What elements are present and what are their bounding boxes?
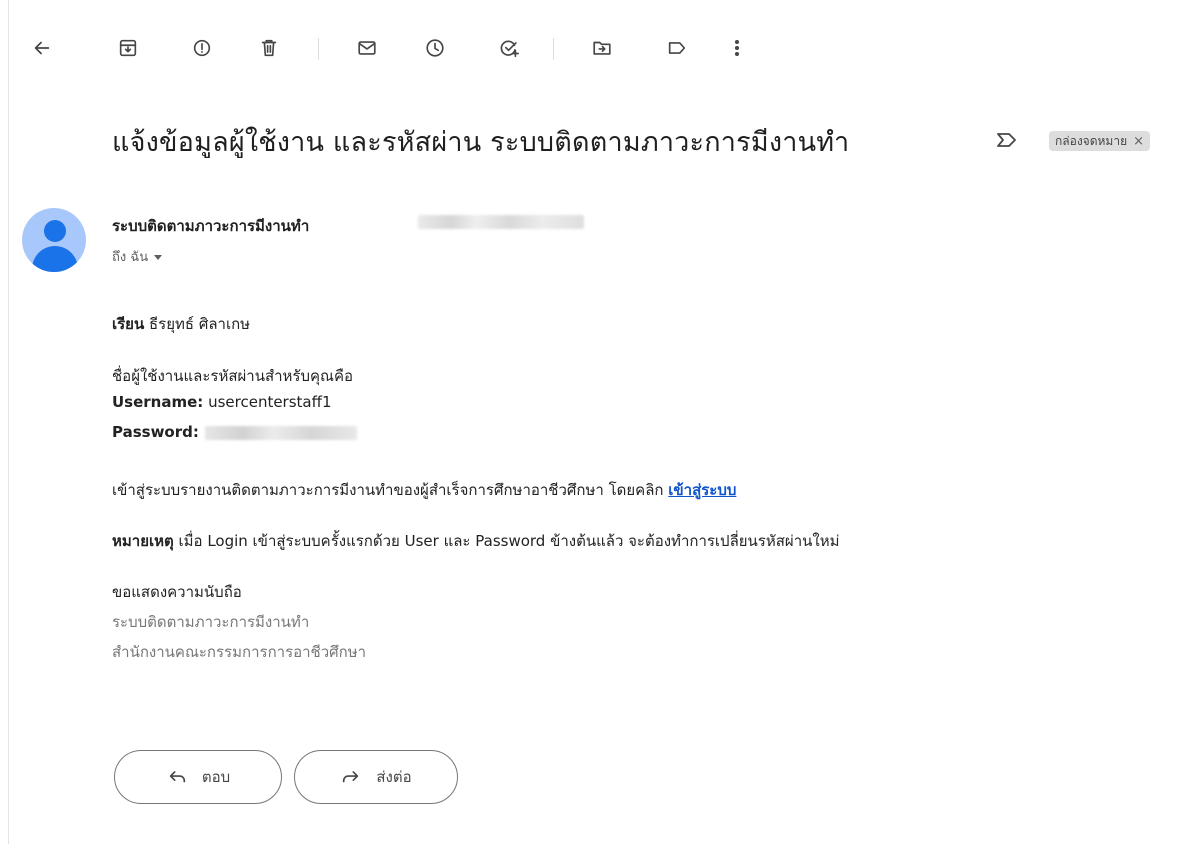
password-line: Password:	[112, 423, 357, 441]
delete-button[interactable]	[253, 32, 285, 64]
avatar-body	[32, 246, 78, 272]
email-subject: แจ้งข้อมูลผู้ใช้งาน และรหัสผ่าน ระบบติดต…	[112, 127, 850, 158]
login-link[interactable]: เข้าสู่ระบบ	[668, 481, 736, 499]
signature-line-2: สำนักงานคณะกรรมการการอาชีวศึกษา	[112, 643, 367, 661]
label-button[interactable]	[661, 32, 693, 64]
password-label: Password:	[112, 423, 199, 441]
toolbar-separator	[553, 38, 554, 60]
archive-button[interactable]	[112, 32, 144, 64]
note-line: หมายเหตุ เมื่อ Login เข้าสู่ระบบครั้งแรก…	[112, 529, 839, 553]
inbox-label-chip[interactable]: กล่องจดหมาย ×	[1049, 131, 1151, 151]
sender-name: ระบบติดตามภาวะการมีงานทำ	[112, 217, 310, 235]
report-spam-button[interactable]	[186, 32, 218, 64]
reply-icon	[169, 771, 186, 783]
more-icon	[734, 40, 740, 56]
password-redacted	[204, 425, 357, 440]
forward-button[interactable]: ส่งต่อ	[294, 750, 458, 804]
note-label: หมายเหตุ	[112, 532, 174, 550]
username-label: Username:	[112, 393, 204, 411]
mark-unread-icon	[358, 41, 376, 55]
back-arrow-icon	[34, 41, 50, 55]
signature-line-1: ระบบติดตามภาวะการมีงานทำ	[112, 613, 310, 631]
forward-label: ส่งต่อ	[376, 768, 412, 786]
add-task-button[interactable]	[493, 32, 525, 64]
importance-marker[interactable]	[996, 132, 1018, 148]
add-task-icon	[500, 40, 519, 58]
report-spam-icon	[193, 39, 211, 57]
closing-line: ขอแสดงความนับถือ	[112, 583, 242, 601]
greeting-label: เรียน	[112, 315, 145, 333]
snooze-button[interactable]	[419, 32, 451, 64]
sender-avatar[interactable]	[22, 208, 86, 272]
reply-button[interactable]: ตอบ	[114, 750, 282, 804]
recipients-toggle[interactable]: ถึง ฉัน	[112, 246, 163, 267]
recipient-name: ธีรยุทธ์ ศิลาเกษ	[149, 315, 251, 333]
toolbar-separator	[318, 38, 319, 60]
credentials-intro: ชื่อผู้ใช้งานและรหัสผ่านสำหรับคุณคือ	[112, 367, 354, 385]
snooze-icon	[426, 39, 444, 57]
reply-label: ตอบ	[201, 768, 231, 786]
move-to-icon	[593, 41, 611, 55]
note-text: เมื่อ Login เข้าสู่ระบบครั้งแรกด้วย User…	[178, 532, 840, 550]
sender-email-redacted	[418, 215, 584, 229]
username-value: usercenterstaff1	[208, 393, 332, 411]
mark-unread-button[interactable]	[351, 32, 383, 64]
login-instruction: เข้าสู่ระบบรายงานติดตามภาวะการมีงานทำของ…	[112, 478, 736, 502]
inbox-label-text: กล่องจดหมาย	[1055, 133, 1128, 148]
remove-label-icon[interactable]: ×	[1133, 134, 1144, 149]
username-line: Username: usercenterstaff1	[112, 393, 332, 411]
recipients-text: ถึง ฉัน	[112, 250, 149, 265]
more-button[interactable]	[721, 32, 753, 64]
delete-icon	[261, 39, 277, 57]
caret-down-icon	[154, 255, 163, 260]
back-button[interactable]	[26, 32, 58, 64]
archive-icon	[119, 39, 137, 57]
importance-icon	[997, 133, 1016, 147]
login-text: เข้าสู่ระบบรายงานติดตามภาวะการมีงานทำของ…	[112, 481, 664, 499]
left-divider	[8, 0, 9, 844]
greeting-line: เรียน ธีรยุทธ์ ศิลาเกษ	[112, 312, 250, 336]
avatar-head	[44, 220, 66, 242]
message-toolbar	[0, 28, 1203, 68]
forward-icon	[343, 771, 359, 783]
move-to-button[interactable]	[586, 32, 618, 64]
label-icon	[668, 42, 686, 54]
